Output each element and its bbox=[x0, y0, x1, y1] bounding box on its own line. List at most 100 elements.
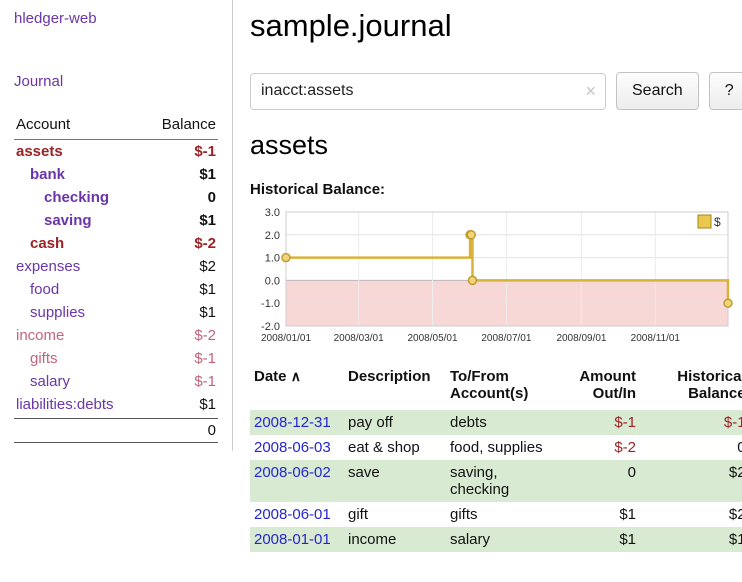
journal-row: Journal bbox=[14, 73, 218, 90]
transaction-date-cell: 2008-06-03 bbox=[250, 435, 344, 460]
search-bar: × Search ? bbox=[250, 72, 742, 110]
transaction-description: pay off bbox=[344, 410, 446, 435]
transaction-date-cell: 2008-06-01 bbox=[250, 502, 344, 527]
help-button[interactable]: ? bbox=[709, 72, 742, 110]
svg-text:0.0: 0.0 bbox=[265, 275, 280, 287]
register-col-amount: Amount Out/In bbox=[558, 366, 640, 410]
date-col-label: Date bbox=[254, 368, 287, 385]
account-link[interactable]: bank bbox=[16, 166, 65, 183]
account-balance: $-1 bbox=[194, 143, 216, 160]
transaction-date-link[interactable]: 2008-06-02 bbox=[254, 464, 331, 481]
account-link[interactable]: liabilities:debts bbox=[16, 396, 114, 413]
account-row: liabilities:debts $1 bbox=[14, 393, 218, 416]
transaction-date-cell: 2008-06-02 bbox=[250, 460, 344, 502]
svg-text:2008/11/01: 2008/11/01 bbox=[631, 333, 681, 344]
transaction-amount: $1 bbox=[558, 502, 640, 527]
transaction-description: eat & shop bbox=[344, 435, 446, 460]
register-row: 2008-12-31pay offdebts$-1$-1 bbox=[250, 410, 742, 435]
transaction-date-link[interactable]: 2008-12-31 bbox=[254, 414, 331, 431]
register-col-balance: Historical Balance bbox=[640, 366, 742, 410]
transaction-amount: $-1 bbox=[558, 410, 640, 435]
accounts-table: Account Balance assets$-1bank$1checking0… bbox=[14, 114, 218, 443]
svg-text:2008/09/01: 2008/09/01 bbox=[556, 333, 606, 344]
transaction-balance: $2 bbox=[640, 502, 742, 527]
account-row: bank$1 bbox=[14, 163, 218, 186]
main-content: sample.journal × Search ? assets Histori… bbox=[233, 0, 742, 552]
account-row: expenses $2 bbox=[14, 255, 218, 278]
accounts-table-header: Account Balance bbox=[14, 114, 218, 140]
account-balance: 0 bbox=[208, 189, 216, 206]
transaction-description: gift bbox=[344, 502, 446, 527]
chart-title: Historical Balance: bbox=[250, 181, 742, 198]
account-balance: $1 bbox=[199, 212, 216, 229]
register-row: 2008-06-03 eat & shopfood, supplies$-20 bbox=[250, 435, 742, 460]
transaction-description: save bbox=[344, 460, 446, 502]
register-header-row: Date ∧ Description To/From Account(s) Am… bbox=[250, 366, 742, 410]
account-row: gifts$-1 bbox=[14, 347, 218, 370]
transaction-accounts: food, supplies bbox=[446, 435, 558, 460]
svg-text:2.0: 2.0 bbox=[265, 230, 280, 242]
account-balance: $1 bbox=[199, 304, 216, 321]
clear-search-icon[interactable]: × bbox=[585, 80, 596, 102]
app-title-link[interactable]: hledger-web bbox=[14, 10, 97, 27]
svg-text:2008/01/01: 2008/01/01 bbox=[261, 333, 311, 344]
account-link[interactable]: gifts bbox=[16, 350, 58, 367]
historical-balance-chart: 3.02.01.00.0-1.0-2.02008/01/012008/03/01… bbox=[250, 202, 734, 354]
account-row: checking 0 bbox=[14, 186, 218, 209]
account-balance: $-1 bbox=[194, 373, 216, 390]
svg-text:-1.0: -1.0 bbox=[261, 298, 280, 310]
account-link[interactable]: expenses bbox=[16, 258, 80, 275]
transaction-balance: 0 bbox=[640, 435, 742, 460]
account-link[interactable]: checking bbox=[16, 189, 109, 206]
transaction-accounts: saving, checking bbox=[446, 460, 558, 502]
account-balance: $-2 bbox=[194, 327, 216, 344]
search-input[interactable] bbox=[250, 73, 606, 110]
accounts-col-account: Account bbox=[16, 116, 70, 133]
accounts-total-row: 0 bbox=[14, 418, 218, 443]
account-balance: $2 bbox=[199, 258, 216, 275]
account-row: food$1 bbox=[14, 278, 218, 301]
transaction-accounts: gifts bbox=[446, 502, 558, 527]
account-row: cash$-2 bbox=[14, 232, 218, 255]
search-button[interactable]: Search bbox=[616, 72, 699, 110]
register-table: Date ∧ Description To/From Account(s) Am… bbox=[250, 366, 742, 552]
account-row: income $-2 bbox=[14, 324, 218, 347]
account-link[interactable]: supplies bbox=[16, 304, 85, 321]
account-link[interactable]: salary bbox=[16, 373, 70, 390]
chart-container: 3.02.01.00.0-1.0-2.02008/01/012008/03/01… bbox=[250, 202, 742, 358]
search-box: × bbox=[250, 73, 606, 110]
hledger-web-app: hledger-web Journal Account Balance asse… bbox=[0, 0, 742, 582]
transaction-date-link[interactable]: 2008-01-01 bbox=[254, 531, 331, 548]
accounts-total-value: 0 bbox=[208, 422, 216, 439]
transaction-date-cell: 2008-01-01 bbox=[250, 527, 344, 552]
register-row: 2008-01-01incomesalary$1$1 bbox=[250, 527, 742, 552]
account-link[interactable]: saving bbox=[16, 212, 92, 229]
account-link[interactable]: cash bbox=[16, 235, 64, 252]
accounts-list: assets$-1bank$1checking0saving$1cash$-2e… bbox=[14, 140, 218, 416]
transaction-accounts: debts bbox=[446, 410, 558, 435]
sort-ascending-icon: ∧ bbox=[291, 368, 301, 384]
register-row: 2008-06-02savesaving, checking0$2 bbox=[250, 460, 742, 502]
svg-text:3.0: 3.0 bbox=[265, 207, 280, 219]
account-balance: $1 bbox=[199, 396, 216, 413]
register-col-date[interactable]: Date ∧ bbox=[250, 366, 344, 410]
register-col-accounts: To/From Account(s) bbox=[446, 366, 558, 410]
transaction-balance: $-1 bbox=[640, 410, 742, 435]
svg-text:$: $ bbox=[714, 215, 721, 229]
transaction-amount: $-2 bbox=[558, 435, 640, 460]
transaction-date-link[interactable]: 2008-06-01 bbox=[254, 506, 331, 523]
account-link[interactable]: assets bbox=[16, 143, 63, 160]
transaction-date-link[interactable]: 2008-06-03 bbox=[254, 439, 331, 456]
transaction-balance: $1 bbox=[640, 527, 742, 552]
account-link[interactable]: income bbox=[16, 327, 64, 344]
svg-text:-2.0: -2.0 bbox=[261, 321, 280, 333]
account-link[interactable]: food bbox=[16, 281, 59, 298]
svg-text:2008/03/01: 2008/03/01 bbox=[334, 333, 384, 344]
transaction-balance: $2 bbox=[640, 460, 742, 502]
transaction-amount: $1 bbox=[558, 527, 640, 552]
account-row: assets $-1 bbox=[14, 140, 218, 163]
register-col-description: Description bbox=[344, 366, 446, 410]
register-row: 2008-06-01 giftgifts$1$2 bbox=[250, 502, 742, 527]
journal-link[interactable]: Journal bbox=[14, 73, 63, 90]
svg-text:2008/05/01: 2008/05/01 bbox=[407, 333, 457, 344]
